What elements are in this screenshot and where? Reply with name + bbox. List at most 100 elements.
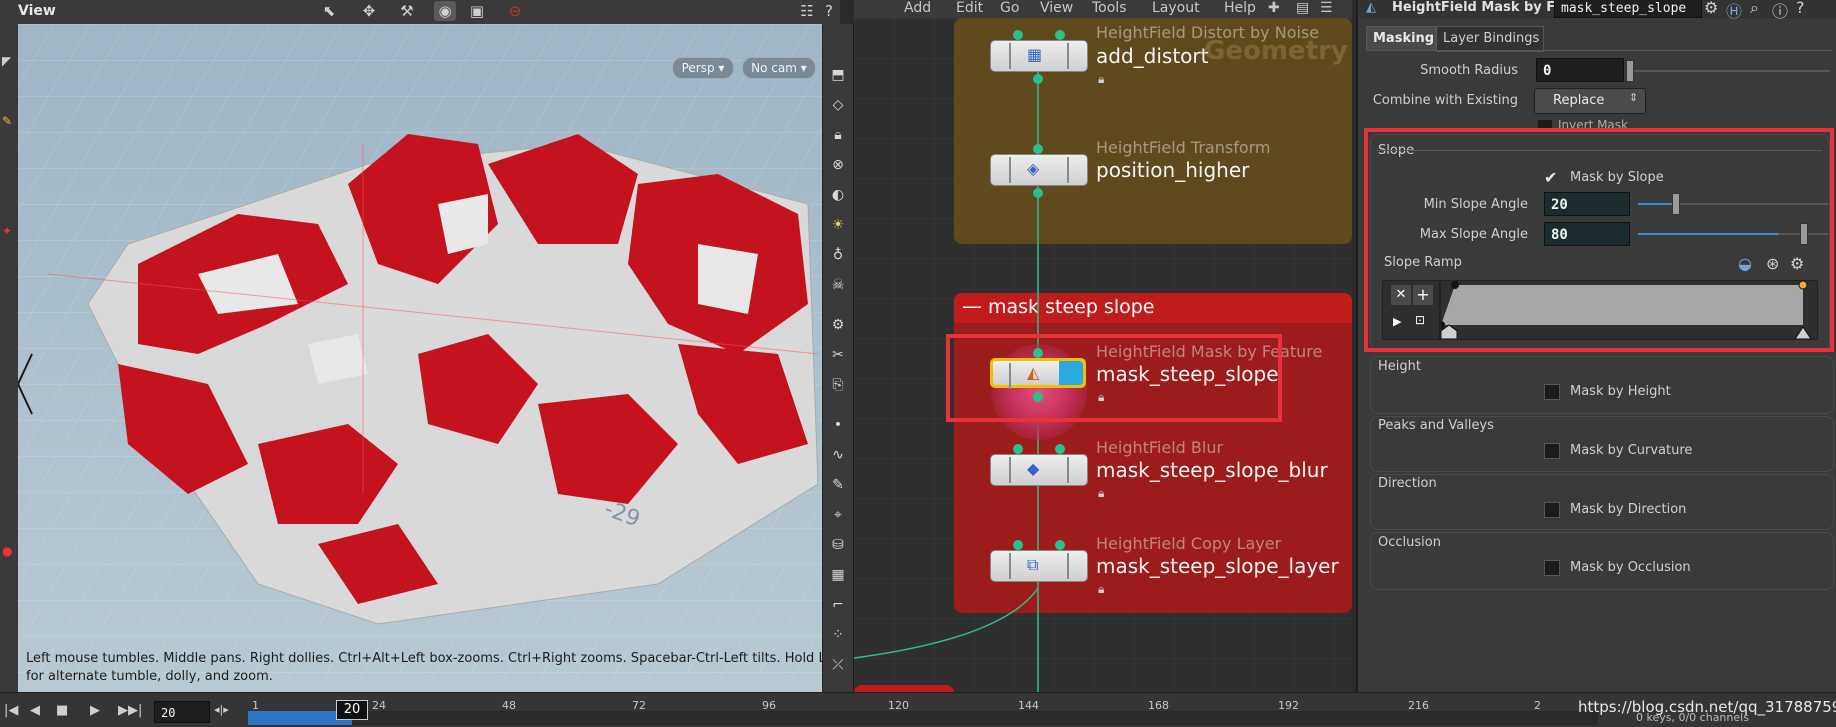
- brush-icon[interactable]: ✎: [827, 474, 849, 496]
- node-name-label[interactable]: add_distort: [1096, 44, 1208, 68]
- node-add-distort[interactable]: ▦: [990, 40, 1088, 72]
- chevron-updown-icon: ⇕: [1629, 91, 1639, 104]
- play-icon[interactable]: ▶: [90, 703, 100, 718]
- edge-icon[interactable]: ⌐: [827, 594, 849, 616]
- shading-icon[interactable]: ◐: [827, 184, 849, 206]
- frame-field[interactable]: 20: [154, 701, 210, 723]
- node-name-label[interactable]: position_higher: [1096, 158, 1249, 182]
- 3d-viewport[interactable]: -29 Persp ▾ No cam ▾ Left mouse tumbles.…: [18, 24, 822, 692]
- point-icon[interactable]: •: [827, 414, 849, 436]
- menu-tools[interactable]: Tools: [1092, 0, 1127, 16]
- bucket-icon[interactable]: ⛁: [827, 534, 849, 556]
- node-name-label[interactable]: mask_steep_slope_blur: [1096, 458, 1328, 482]
- select-tool-icon[interactable]: ⬉: [318, 1, 340, 21]
- snap-icon[interactable]: ⌖: [827, 504, 849, 526]
- node-name-field[interactable]: mask_steep_slope: [1554, 0, 1702, 18]
- display-options-icon[interactable]: ☷: [796, 1, 818, 21]
- next-key-icon[interactable]: ▶▶|: [118, 703, 142, 718]
- network-editor[interactable]: Geometry — mask steep slope ▦ HeightFiel…: [854, 18, 1352, 692]
- mask-by-direction-checkbox[interactable]: [1544, 502, 1560, 518]
- output-dot[interactable]: [1033, 188, 1043, 198]
- menu-layout[interactable]: Layout: [1152, 0, 1200, 16]
- handle-tool-icon[interactable]: ⚒: [396, 1, 418, 21]
- transform-tool-icon[interactable]: ✥: [358, 1, 380, 21]
- help-icon[interactable]: ?: [1796, 0, 1805, 17]
- timeline-bar: |◀ ◀ ■ ▶ ▶▶| 20 ◂|▸ 20 1 24 48 72 96 120…: [0, 692, 1836, 727]
- smooth-radius-field[interactable]: 0: [1536, 58, 1624, 82]
- render-icon[interactable]: ⚙: [827, 314, 849, 336]
- lock-icon[interactable]: 🔒︎: [1098, 72, 1104, 87]
- node-type-title: HeightField Mask by F...: [1392, 0, 1569, 15]
- record-icon[interactable]: ⊝: [504, 1, 526, 21]
- light-icon[interactable]: ☀: [827, 214, 849, 236]
- chevron-down-icon: ▾: [718, 61, 725, 75]
- ground-plane-icon[interactable]: ⬒: [827, 64, 849, 86]
- persp-menu[interactable]: Persp ▾: [672, 57, 734, 79]
- pen-icon[interactable]: ⤫: [827, 654, 849, 676]
- node-position-higher[interactable]: ◈: [990, 154, 1088, 186]
- input-dot[interactable]: [1013, 30, 1023, 40]
- tab-masking[interactable]: Masking: [1366, 26, 1436, 51]
- paint-icon[interactable]: ✎: [2, 114, 12, 128]
- node-mask-steep-slope-layer[interactable]: ⧉: [990, 550, 1088, 582]
- mask-by-curvature-checkbox[interactable]: [1544, 443, 1560, 459]
- list-icon[interactable]: ☰: [1320, 0, 1333, 16]
- slider-handle[interactable]: [1626, 60, 1634, 82]
- lock-icon[interactable]: 🔒︎: [1098, 582, 1104, 597]
- tab-label: Layer Bindings: [1443, 31, 1540, 46]
- input-dot[interactable]: [1013, 540, 1023, 550]
- mask-by-occlusion-checkbox[interactable]: [1544, 560, 1560, 576]
- search-icon[interactable]: ⌕: [1750, 0, 1759, 18]
- prev-key-icon[interactable]: |◀: [4, 703, 18, 718]
- input-dot[interactable]: [1055, 540, 1065, 550]
- view-tool-icon[interactable]: ◉: [434, 1, 456, 21]
- mask-by-height-checkbox[interactable]: [1544, 384, 1560, 400]
- menu-go[interactable]: Go: [1000, 0, 1019, 16]
- curve-icon[interactable]: ∿: [827, 444, 849, 466]
- menu-add[interactable]: Add: [904, 0, 931, 16]
- wrench-icon[interactable]: ✚: [1268, 0, 1280, 16]
- help-h-icon[interactable]: Ⓗ: [1726, 0, 1742, 22]
- menu-help[interactable]: Help: [1224, 0, 1256, 16]
- vertex-icon[interactable]: ⁘: [827, 624, 849, 646]
- invert-mask-checkbox[interactable]: [1538, 120, 1552, 128]
- output-dot[interactable]: [1033, 74, 1043, 84]
- grid-snap-icon[interactable]: ▦: [827, 564, 849, 586]
- skull-icon[interactable]: ☠: [827, 274, 849, 296]
- ghost-icon[interactable]: ⊗: [827, 154, 849, 176]
- tick-label: 144: [1018, 699, 1039, 712]
- select-icon[interactable]: ◤: [2, 54, 11, 68]
- reference-plane-icon[interactable]: ◇: [827, 94, 849, 116]
- camera-icon[interactable]: ⎘: [827, 374, 849, 396]
- lock-camera-icon[interactable]: 🔒︎: [827, 124, 849, 146]
- lock-icon[interactable]: 🔒︎: [1098, 486, 1104, 501]
- step-icon[interactable]: ◂|▸: [214, 703, 229, 716]
- headlight-icon[interactable]: ♁: [827, 244, 849, 266]
- input-dot[interactable]: [1013, 444, 1023, 454]
- clip-icon[interactable]: ✂: [827, 344, 849, 366]
- gear-icon[interactable]: ⚙: [1704, 0, 1718, 17]
- pose-icon[interactable]: ✦: [2, 224, 12, 238]
- smooth-radius-slider[interactable]: [1630, 70, 1830, 72]
- info-icon[interactable]: ⓘ: [1772, 0, 1788, 22]
- grid-icon[interactable]: ▤: [1296, 0, 1309, 16]
- input-dot[interactable]: [1055, 444, 1065, 454]
- camera-menu[interactable]: No cam ▾: [742, 57, 816, 79]
- input-dot[interactable]: [1055, 30, 1065, 40]
- help-icon[interactable]: ?: [818, 1, 840, 21]
- timeline-track[interactable]: [248, 711, 1598, 725]
- record-indicator-icon[interactable]: ●: [2, 544, 12, 558]
- node-mask-steep-slope-blur[interactable]: ◆: [990, 454, 1088, 486]
- menu-view[interactable]: View: [1040, 0, 1073, 16]
- highlight-frame: [1364, 128, 1834, 352]
- tab-layer-bindings[interactable]: Layer Bindings: [1436, 26, 1544, 52]
- current-frame-marker[interactable]: 20: [336, 700, 368, 720]
- stop-icon[interactable]: ■: [56, 703, 68, 718]
- tick-label: 72: [632, 699, 646, 712]
- input-dot[interactable]: [1033, 144, 1043, 154]
- menu-edit[interactable]: Edit: [956, 0, 983, 16]
- snapshot-icon[interactable]: ▣: [466, 1, 488, 21]
- node-name-label[interactable]: mask_steep_slope_layer: [1096, 554, 1339, 578]
- combine-select[interactable]: Replace ⇕: [1534, 88, 1646, 114]
- step-back-icon[interactable]: ◀: [30, 703, 40, 718]
